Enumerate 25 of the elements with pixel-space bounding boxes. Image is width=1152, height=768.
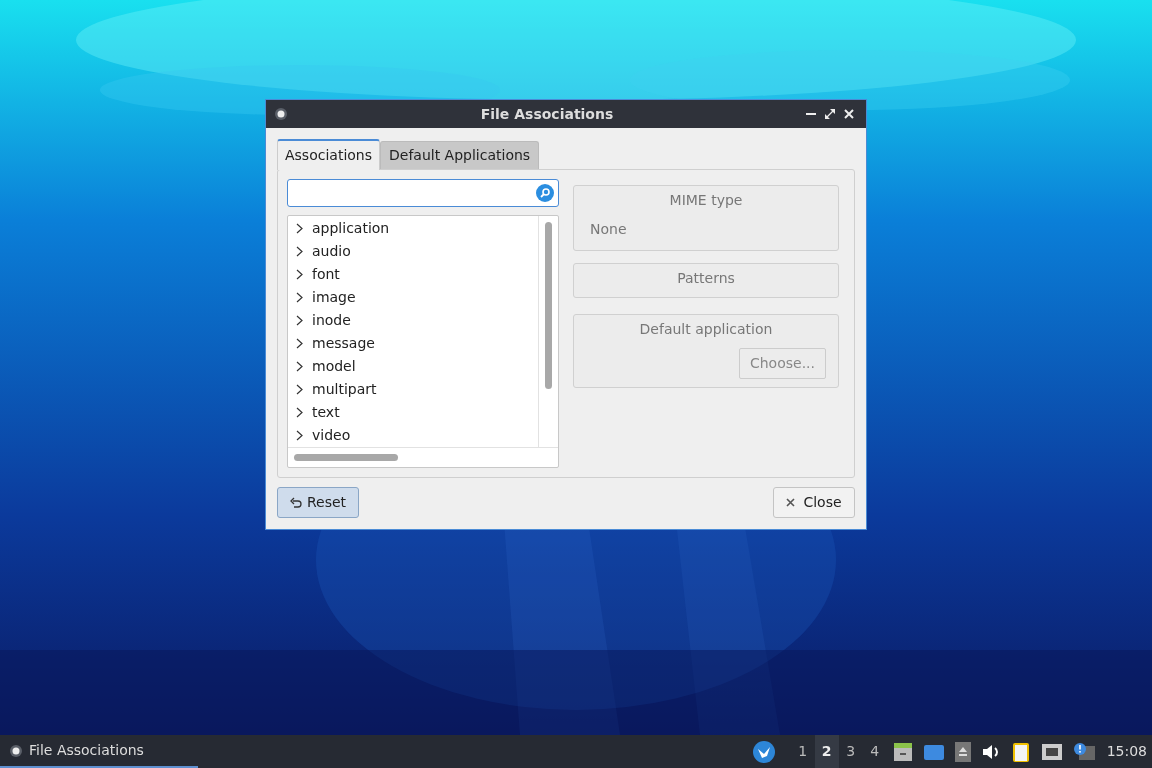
mime-type-value: None	[589, 220, 628, 239]
tab[interactable]: Associations	[277, 139, 380, 170]
group-title: Patterns	[677, 269, 735, 288]
tree-item[interactable]: font	[312, 264, 340, 285]
tree-item[interactable]: message	[312, 333, 375, 354]
tree-item[interactable]: text	[312, 402, 340, 423]
reset-button[interactable]: Reset	[277, 487, 359, 518]
window-title: File Associations	[479, 104, 615, 124]
tree-item[interactable]: model	[312, 356, 356, 377]
group-title: MIME type	[669, 191, 743, 210]
clock: 15:08	[1106, 742, 1147, 761]
workspace-button[interactable]: 4	[862, 735, 887, 768]
tree-item[interactable]: image	[312, 287, 356, 308]
tree-item[interactable]: audio	[312, 241, 351, 262]
task-button[interactable]: File Associations	[0, 735, 198, 768]
tree-item[interactable]: video	[312, 425, 351, 446]
close-button[interactable]: Close	[773, 487, 855, 518]
workspace-button[interactable]: 2	[814, 735, 839, 768]
workspace-button[interactable]: 3	[838, 735, 863, 768]
tree-item[interactable]: inode	[312, 310, 351, 331]
tree-item[interactable]: multipart	[312, 379, 377, 400]
group-title: Default application	[639, 320, 773, 339]
tree-item[interactable]: application	[312, 218, 390, 239]
tab[interactable]: Default Applications	[380, 141, 540, 169]
workspace-button[interactable]: 1	[790, 735, 815, 768]
